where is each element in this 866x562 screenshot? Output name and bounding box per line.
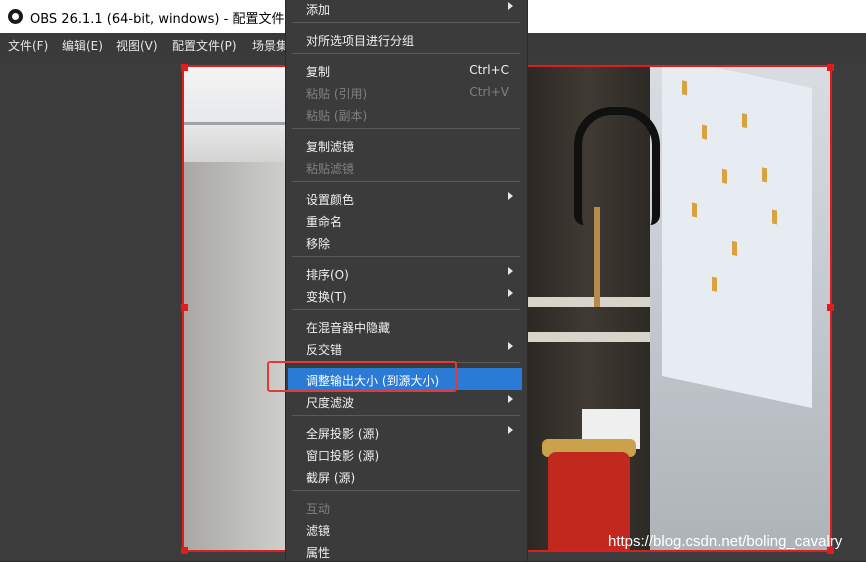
shelf-board-middle <box>524 332 650 342</box>
menu-item-copy-filters-label: 复制滤镜 <box>306 140 355 154</box>
source-context-menu: 添加 对所选项目进行分组 复制 Ctrl+C 粘贴 (引用) Ctrl+V 粘贴… <box>285 0 528 561</box>
menu-separator <box>292 128 520 129</box>
headphone-image <box>574 107 660 225</box>
menu-item-interact-label: 互动 <box>306 502 331 516</box>
resize-handle-top-right[interactable] <box>827 64 834 71</box>
chevron-right-icon <box>508 342 513 350</box>
menu-item-transform[interactable]: 变换(T) <box>286 284 527 306</box>
window-title: OBS 26.1.1 (64-bit, windows) - 配置文件: 未命 <box>30 12 319 27</box>
menu-item-scale-filter-label: 尺度滤波 <box>306 396 355 410</box>
menu-item-set-color[interactable]: 设置颜色 <box>286 187 527 209</box>
annotation-highlight-box <box>267 361 457 392</box>
menu-item-paste-ref: 粘贴 (引用) Ctrl+V <box>286 81 527 103</box>
menu-separator <box>292 256 520 257</box>
resize-handle-bottom-left[interactable] <box>181 547 188 554</box>
chevron-right-icon <box>508 289 513 297</box>
menu-item-interact: 互动 <box>286 496 527 518</box>
menu-item-set-color-label: 设置颜色 <box>306 193 355 207</box>
shortcut-paste: Ctrl+V <box>469 85 509 99</box>
menu-item-group[interactable]: 对所选项目进行分组 <box>286 28 527 50</box>
menu-item-order[interactable]: 排序(O) <box>286 262 527 284</box>
menu-item-fullscreen-projector-label: 全屏投影 (源) <box>306 427 380 441</box>
shelf-board-top <box>524 297 650 307</box>
menu-item-paste-ref-label: 粘贴 (引用) <box>306 87 368 101</box>
menu-separator <box>292 415 520 416</box>
menu-item-paste-dup: 粘贴 (副本) <box>286 103 527 125</box>
menu-item-copy-filters[interactable]: 复制滤镜 <box>286 134 527 156</box>
menu-item-window-projector-label: 窗口投影 (源) <box>306 449 380 463</box>
menu-item-copy[interactable]: 复制 Ctrl+C <box>286 59 527 81</box>
resize-handle-top-left[interactable] <box>181 64 188 71</box>
menu-item-screenshot[interactable]: 截屏 (源) <box>286 465 527 487</box>
menu-item-properties-label: 属性 <box>306 546 331 560</box>
chevron-right-icon <box>508 2 513 10</box>
watermark-text: https://blog.csdn.net/boling_cavalry <box>608 533 843 550</box>
menu-item-scale-filter[interactable]: 尺度滤波 <box>286 390 527 412</box>
menu-item-fullscreen-projector[interactable]: 全屏投影 (源) <box>286 421 527 443</box>
chevron-right-icon <box>508 426 513 434</box>
shortcut-copy: Ctrl+C <box>469 63 509 77</box>
menu-item-properties[interactable]: 属性 <box>286 540 527 562</box>
resize-handle-left[interactable] <box>181 304 188 311</box>
menu-item-paste-filters-label: 粘贴滤镜 <box>306 162 355 176</box>
wall-poster <box>662 67 812 408</box>
menu-item-remove-label: 移除 <box>306 237 331 251</box>
headphone-stand-image <box>594 207 600 307</box>
menu-item-copy-label: 复制 <box>306 65 331 79</box>
menu-item-paste-filters: 粘贴滤镜 <box>286 156 527 178</box>
menu-item-screenshot-label: 截屏 (源) <box>306 471 356 485</box>
obs-logo-icon <box>8 9 23 24</box>
menu-separator <box>292 309 520 310</box>
menu-file[interactable]: 文件(F) <box>8 37 48 54</box>
menu-separator <box>292 490 520 491</box>
menu-item-paste-dup-label: 粘贴 (副本) <box>306 109 368 123</box>
menu-separator <box>292 53 520 54</box>
chevron-right-icon <box>508 192 513 200</box>
menu-view[interactable]: 视图(V) <box>116 37 158 54</box>
menu-item-group-label: 对所选项目进行分组 <box>306 34 415 48</box>
menu-separator <box>292 22 520 23</box>
menu-item-hide-in-mixer[interactable]: 在混音器中隐藏 <box>286 315 527 337</box>
menu-profile[interactable]: 配置文件(P) <box>172 37 237 54</box>
menu-separator <box>292 181 520 182</box>
chevron-right-icon <box>508 267 513 275</box>
menu-item-deinterlace-label: 反交错 <box>306 343 343 357</box>
menu-item-add[interactable]: 添加 <box>286 0 527 19</box>
menu-item-rename-label: 重命名 <box>306 215 343 229</box>
chevron-right-icon <box>508 395 513 403</box>
menu-item-hide-in-mixer-label: 在混音器中隐藏 <box>306 321 391 335</box>
menu-item-filters-label: 滤镜 <box>306 524 331 538</box>
menu-item-filters[interactable]: 滤镜 <box>286 518 527 540</box>
menu-item-transform-label: 变换(T) <box>306 290 347 304</box>
menu-item-order-label: 排序(O) <box>306 268 349 282</box>
menu-item-remove[interactable]: 移除 <box>286 231 527 253</box>
menu-item-deinterlace[interactable]: 反交错 <box>286 337 527 359</box>
menu-item-add-label: 添加 <box>306 3 331 17</box>
menu-item-rename[interactable]: 重命名 <box>286 209 527 231</box>
menu-edit[interactable]: 编辑(E) <box>62 37 103 54</box>
menu-scene-collection[interactable]: 场景集 <box>252 37 288 54</box>
resize-handle-right[interactable] <box>827 304 834 311</box>
menu-item-window-projector[interactable]: 窗口投影 (源) <box>286 443 527 465</box>
